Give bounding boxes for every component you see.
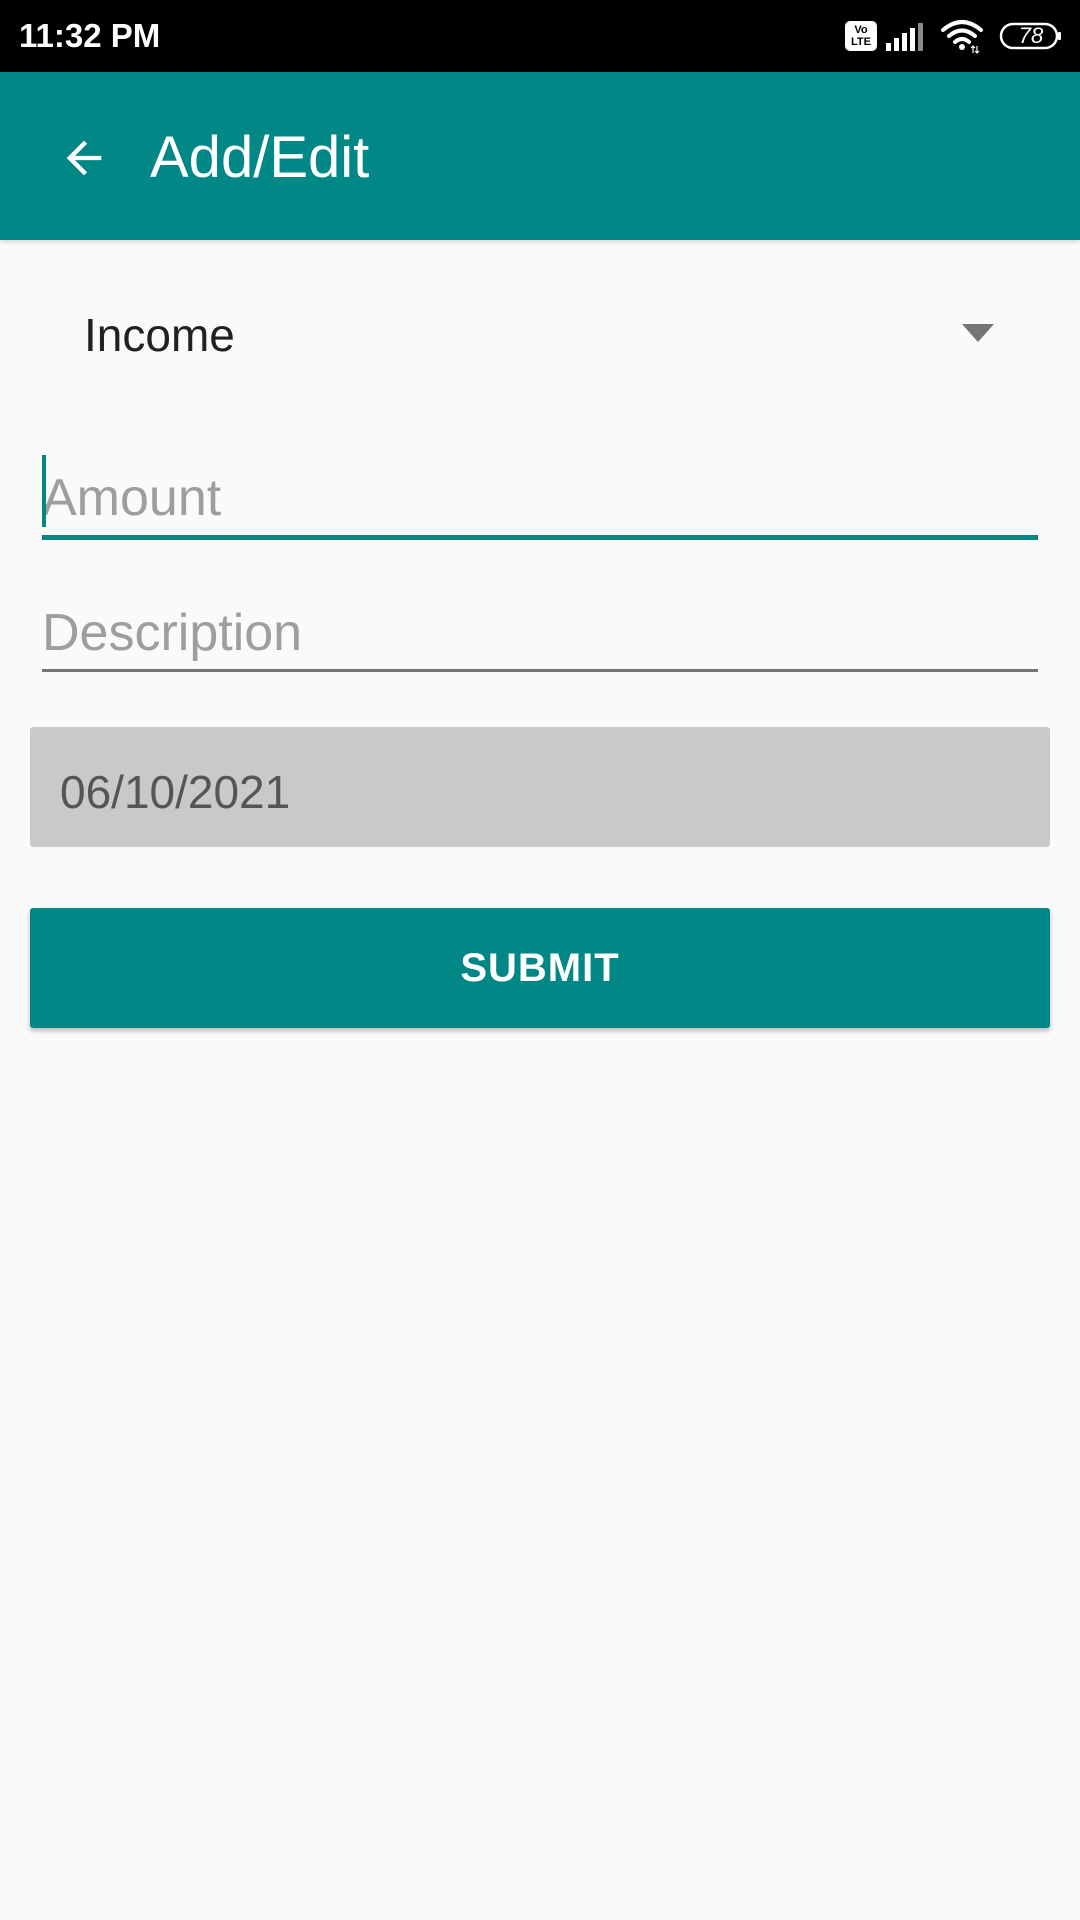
date-value: 06/10/2021 — [60, 766, 291, 818]
date-picker-button[interactable]: 06/10/2021 — [30, 727, 1050, 847]
signal-icon — [886, 23, 923, 51]
back-button[interactable] — [40, 114, 128, 202]
app-bar: Add/Edit — [0, 72, 1080, 240]
type-spinner[interactable]: Income — [30, 290, 1050, 380]
wifi-icon — [941, 20, 983, 54]
battery-level: 78 — [1018, 23, 1044, 48]
text-cursor — [42, 455, 46, 527]
submit-button[interactable]: SUBMIT — [30, 908, 1050, 1028]
submit-label: SUBMIT — [460, 945, 620, 990]
type-selected-value: Income — [84, 309, 235, 361]
page-title: Add/Edit — [150, 125, 370, 190]
triangle-down-icon — [962, 324, 994, 342]
volte-label-bottom: LTE — [851, 36, 871, 48]
description-input[interactable] — [42, 596, 1038, 672]
status-bar: 11:32 PM Vo LTE 78 — [0, 0, 1080, 72]
volte-label-top: Vo — [854, 24, 868, 36]
status-time: 11:32 PM — [19, 17, 161, 54]
amount-input[interactable] — [42, 460, 1038, 540]
volte-icon: Vo LTE — [845, 21, 877, 51]
arrow-left-icon — [66, 140, 102, 176]
